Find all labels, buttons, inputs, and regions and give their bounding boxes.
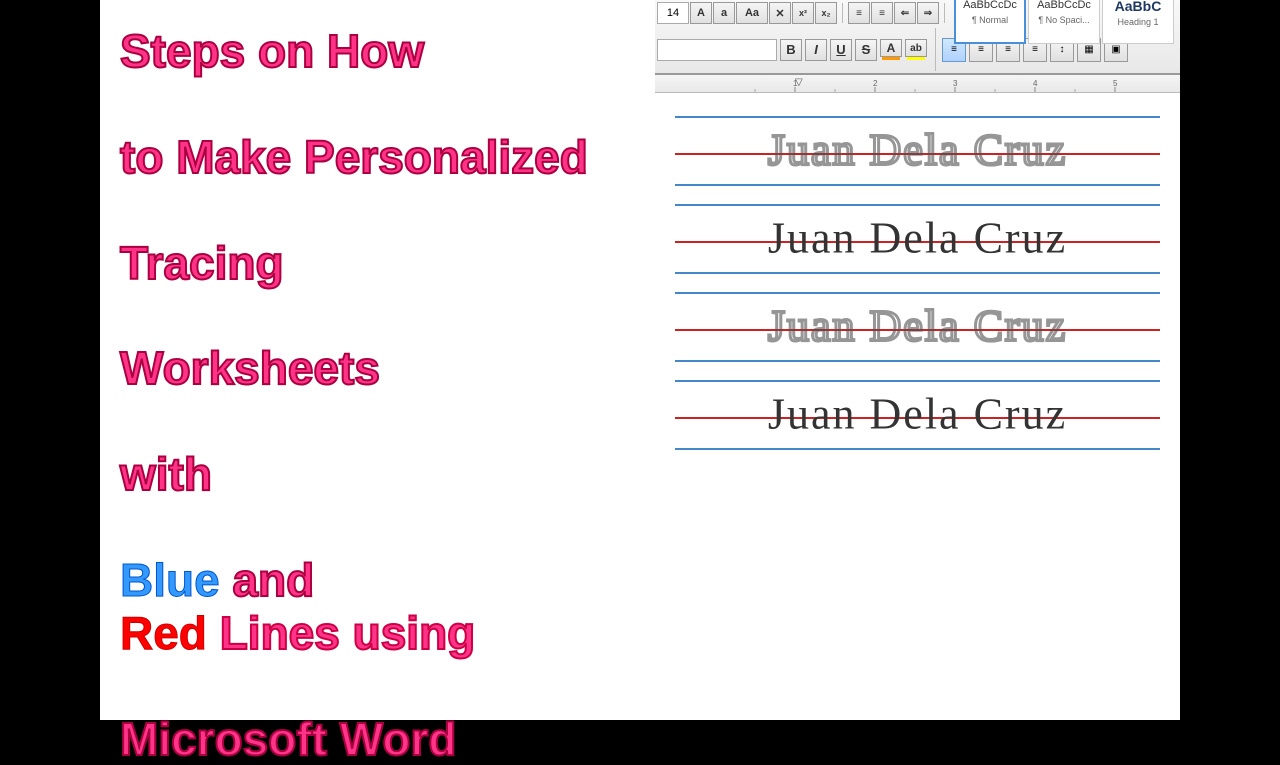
title-line-5: with bbox=[120, 448, 655, 501]
svg-text:5: 5 bbox=[1113, 79, 1118, 88]
ribbon-divider-2 bbox=[944, 3, 945, 23]
clear-format-button[interactable]: ✕ bbox=[769, 2, 791, 24]
change-case-button[interactable]: Aa bbox=[736, 2, 768, 24]
number-list-button[interactable]: ≡ bbox=[871, 2, 893, 24]
left-panel: Steps on How to Make Personalized Tracin… bbox=[100, 0, 655, 720]
ws-line-bot-3 bbox=[675, 360, 1160, 362]
style-no-spacing-label: ¶ No Spaci... bbox=[1038, 15, 1089, 26]
style-normal-label: ¶ Normal bbox=[972, 15, 1008, 26]
black-bar-right bbox=[1180, 0, 1280, 720]
document-body: Juan Dela Cruz Juan Dela Cruz Juan Dela … bbox=[655, 93, 1180, 720]
bullet-list-button[interactable]: ≡ bbox=[848, 2, 870, 24]
font-color-button[interactable]: A bbox=[880, 39, 902, 57]
style-heading1-preview: AaBbC bbox=[1115, 0, 1162, 13]
ribbon: 14 A a Aa ✕ x² bbox=[655, 0, 1180, 75]
ruler-inner: ▽ 1 2 3 4 5 bbox=[715, 75, 1180, 92]
subscript-button[interactable]: x₂ bbox=[815, 2, 837, 24]
worksheet-row-2: Juan Dela Cruz bbox=[675, 199, 1160, 279]
font-shrink-button[interactable]: a bbox=[713, 2, 735, 24]
title-line-1: Steps on How bbox=[120, 25, 655, 78]
increase-indent-button[interactable]: ⇒ bbox=[917, 2, 939, 24]
font-grow-label: A bbox=[697, 7, 705, 19]
style-heading1-label: Heading 1 bbox=[1117, 17, 1158, 28]
style-heading1[interactable]: AaBbC Heading 1 bbox=[1102, 0, 1174, 44]
font-grow-button[interactable]: A bbox=[690, 2, 712, 24]
svg-text:3: 3 bbox=[953, 79, 958, 88]
font-color-indicator bbox=[882, 57, 900, 60]
worksheet-area: Juan Dela Cruz Juan Dela Cruz Juan Dela … bbox=[675, 103, 1160, 455]
worksheet-row-4: Juan Dela Cruz bbox=[675, 375, 1160, 455]
title-word-blue: Blue bbox=[120, 554, 220, 606]
title-line-4: Worksheets bbox=[120, 342, 655, 395]
font-size-box[interactable]: 14 bbox=[657, 2, 689, 24]
title-text: Steps on How to Make Personalized Tracin… bbox=[120, 10, 655, 765]
title-line-2: to Make Personalized bbox=[120, 131, 655, 184]
ws-text-row-2: Juan Dela Cruz bbox=[675, 212, 1160, 263]
clear-format-icon: ✕ bbox=[775, 7, 784, 20]
font-section: B I U S A ab bbox=[657, 28, 936, 71]
ruler-ticks: 1 2 3 4 5 bbox=[715, 75, 1180, 93]
highlight-button[interactable]: ab bbox=[905, 39, 927, 57]
underline-button[interactable]: U bbox=[830, 39, 852, 61]
ws-line-bot-2 bbox=[675, 272, 1160, 274]
bold-button[interactable]: B bbox=[780, 39, 802, 61]
decrease-indent-button[interactable]: ⇐ bbox=[894, 2, 916, 24]
ws-line-top-2 bbox=[675, 204, 1160, 206]
title-line-7: Red Lines using bbox=[120, 607, 655, 660]
change-case-label: Aa bbox=[745, 7, 759, 19]
ruler: ▽ 1 2 3 4 5 bbox=[655, 75, 1180, 93]
superscript-icon: x² bbox=[799, 8, 807, 18]
highlight-indicator bbox=[907, 57, 925, 60]
ws-line-top-1 bbox=[675, 116, 1160, 118]
ws-line-top-4 bbox=[675, 380, 1160, 382]
ws-text-row-4: Juan Dela Cruz bbox=[675, 388, 1160, 439]
ws-line-bot-4 bbox=[675, 448, 1160, 450]
title-rest-7: Lines using bbox=[220, 607, 476, 659]
style-normal-preview: AaBbCcDc bbox=[963, 0, 1017, 11]
ribbon-divider-1 bbox=[842, 3, 843, 23]
style-no-spacing[interactable]: AaBbCcDc ¶ No Spaci... bbox=[1028, 0, 1100, 44]
ws-text-row-1: Juan Dela Cruz bbox=[675, 124, 1160, 175]
ws-line-top-3 bbox=[675, 292, 1160, 294]
font-color-group: A bbox=[880, 39, 902, 60]
svg-text:2: 2 bbox=[873, 79, 878, 88]
ws-text-row-3: Juan Dela Cruz bbox=[675, 300, 1160, 351]
worksheet-row-3: Juan Dela Cruz bbox=[675, 287, 1160, 367]
black-bar-left bbox=[0, 0, 100, 720]
svg-text:1: 1 bbox=[793, 79, 798, 88]
title-word-red: Red bbox=[120, 607, 207, 659]
font-size-value: 14 bbox=[667, 7, 679, 19]
strikethrough-button[interactable]: S bbox=[855, 39, 877, 61]
main-content: Steps on How to Make Personalized Tracin… bbox=[100, 0, 1180, 720]
subscript-icon: x₂ bbox=[821, 8, 830, 18]
svg-text:4: 4 bbox=[1033, 79, 1038, 88]
title-line-8: Microsoft Word bbox=[120, 713, 655, 765]
font-name-box[interactable] bbox=[657, 39, 777, 61]
right-panel: 14 A a Aa ✕ x² bbox=[655, 0, 1180, 720]
font-shrink-label: a bbox=[721, 7, 727, 19]
worksheet-row-1: Juan Dela Cruz bbox=[675, 111, 1160, 191]
title-and: and bbox=[220, 554, 315, 606]
style-no-spacing-preview: AaBbCcDc bbox=[1037, 0, 1091, 11]
title-line-3: Tracing bbox=[120, 237, 655, 290]
highlight-group: ab bbox=[905, 39, 927, 60]
italic-button[interactable]: I bbox=[805, 39, 827, 61]
styles-panel: AaBbCcDc ¶ Normal AaBbCcDc ¶ No Spaci...… bbox=[950, 0, 1178, 48]
style-normal[interactable]: AaBbCcDc ¶ Normal bbox=[954, 0, 1026, 44]
superscript-button[interactable]: x² bbox=[792, 2, 814, 24]
ws-line-bot-1 bbox=[675, 184, 1160, 186]
ribbon-top-row: 14 A a Aa ✕ x² bbox=[655, 0, 1180, 26]
